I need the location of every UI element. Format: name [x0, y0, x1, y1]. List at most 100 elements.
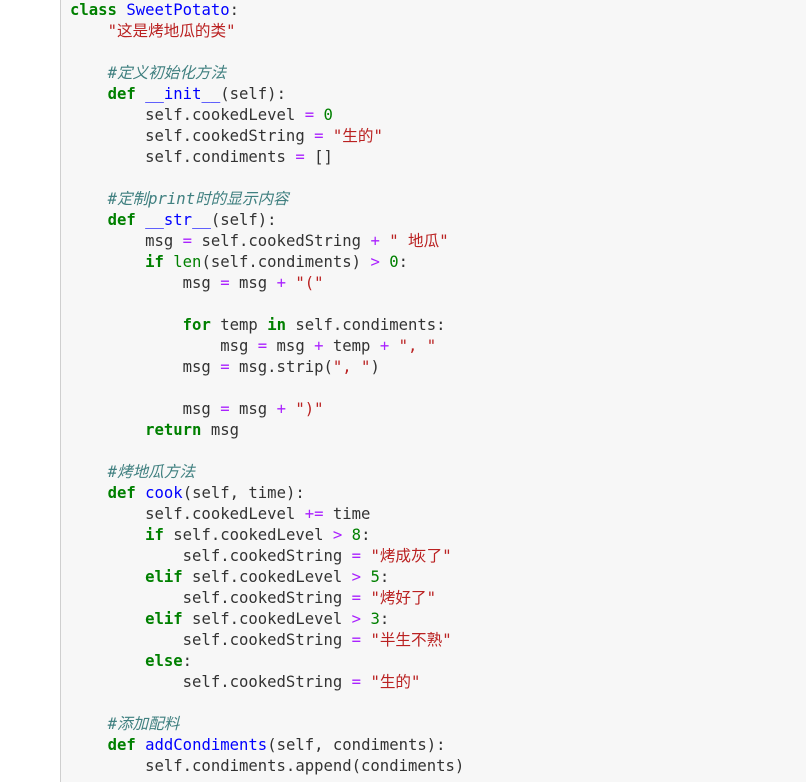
code-token: self.condiments.append(condiments): [70, 757, 465, 775]
code-token: "生的": [370, 673, 421, 691]
code-editor[interactable]: class SweetPotato: "这是烤地瓜的类" #定义初始化方法 de…: [70, 0, 464, 777]
code-line: self.condiments = []: [70, 147, 464, 168]
code-line: if len(self.condiments) > 0:: [70, 252, 464, 273]
code-line: def __str__(self):: [70, 210, 464, 231]
code-token: self.cookedLevel: [163, 526, 333, 544]
code-token: self.cookedString: [70, 631, 352, 649]
code-line: for temp in self.condiments:: [70, 315, 464, 336]
code-token: msg: [70, 232, 183, 250]
code-line: msg = msg + "(": [70, 273, 464, 294]
code-token: :: [398, 253, 409, 271]
code-token: 0: [323, 106, 333, 124]
code-token: temp: [323, 337, 380, 355]
code-line: class SweetPotato:: [70, 0, 464, 21]
code-token: 3: [370, 610, 380, 628]
code-line: self.cookedLevel += time: [70, 504, 464, 525]
code-line: self.condiments.append(condiments): [70, 756, 464, 777]
code-line: msg = msg + ")": [70, 399, 464, 420]
code-token: if: [145, 253, 164, 271]
code-line: #定制print时的显示内容: [70, 189, 464, 210]
code-token: " 地瓜": [389, 232, 449, 250]
code-line: elif self.cookedLevel > 3:: [70, 609, 464, 630]
code-token: >: [370, 253, 380, 271]
code-token: :: [361, 526, 371, 544]
code-token: #烤地瓜方法: [107, 463, 195, 481]
code-line: if self.cookedLevel > 8:: [70, 525, 464, 546]
code-token: =: [314, 127, 324, 145]
notebook-page: class SweetPotato: "这是烤地瓜的类" #定义初始化方法 de…: [0, 0, 806, 782]
code-token: self.cookedString: [70, 673, 352, 691]
code-token: (self):: [210, 211, 277, 229]
code-token: =: [351, 673, 362, 691]
code-token: def: [107, 484, 136, 502]
code-token: self.cookedLevel: [182, 610, 352, 628]
code-token: self.cookedLevel: [182, 568, 352, 586]
code-token: msg: [201, 421, 240, 439]
code-line: elif self.cookedLevel > 5:: [70, 567, 464, 588]
code-token: =: [220, 358, 230, 376]
code-line: self.cookedString = "生的": [70, 672, 464, 693]
code-token: self.cookedString: [192, 232, 371, 250]
code-token: =: [182, 232, 193, 250]
code-cell[interactable]: class SweetPotato: "这是烤地瓜的类" #定义初始化方法 de…: [60, 0, 806, 782]
code-token: msg: [70, 358, 221, 376]
code-token: "(": [295, 274, 324, 292]
code-token: ", ": [398, 337, 437, 355]
code-token: +: [276, 274, 286, 292]
code-line: #添加配料: [70, 714, 464, 735]
code-token: 0: [389, 253, 399, 271]
code-line: def cook(self, time):: [70, 483, 464, 504]
code-token: "生的": [332, 127, 383, 145]
code-token: =: [351, 547, 362, 565]
code-line: def addCondiments(self, condiments):: [70, 735, 464, 756]
code-token: =: [295, 148, 305, 166]
code-token: :: [182, 652, 193, 670]
code-line: #烤地瓜方法: [70, 462, 464, 483]
code-token: =: [220, 274, 230, 292]
code-token: elif: [145, 568, 183, 586]
code-token: def: [107, 85, 136, 103]
code-line: msg = msg.strip(", "): [70, 357, 464, 378]
code-token: >: [351, 568, 362, 586]
code-token: cook: [145, 484, 183, 502]
code-token: len: [173, 253, 202, 271]
code-token: +: [379, 337, 390, 355]
code-line: "这是烤地瓜的类": [70, 21, 464, 42]
code-line: self.cookedString = "半生不熟": [70, 630, 464, 651]
code-token: return: [145, 421, 202, 439]
code-token: for: [182, 316, 211, 334]
code-token: >: [332, 526, 343, 544]
code-token: msg: [70, 337, 258, 355]
code-token: msg: [229, 274, 277, 292]
code-line: msg = self.cookedString + " 地瓜": [70, 231, 464, 252]
code-token: self.cookedLevel: [70, 505, 305, 523]
code-token: 8: [351, 526, 362, 544]
code-token: "这是烤地瓜的类": [107, 22, 236, 40]
code-token: msg: [70, 400, 221, 418]
code-token: def: [107, 736, 136, 754]
